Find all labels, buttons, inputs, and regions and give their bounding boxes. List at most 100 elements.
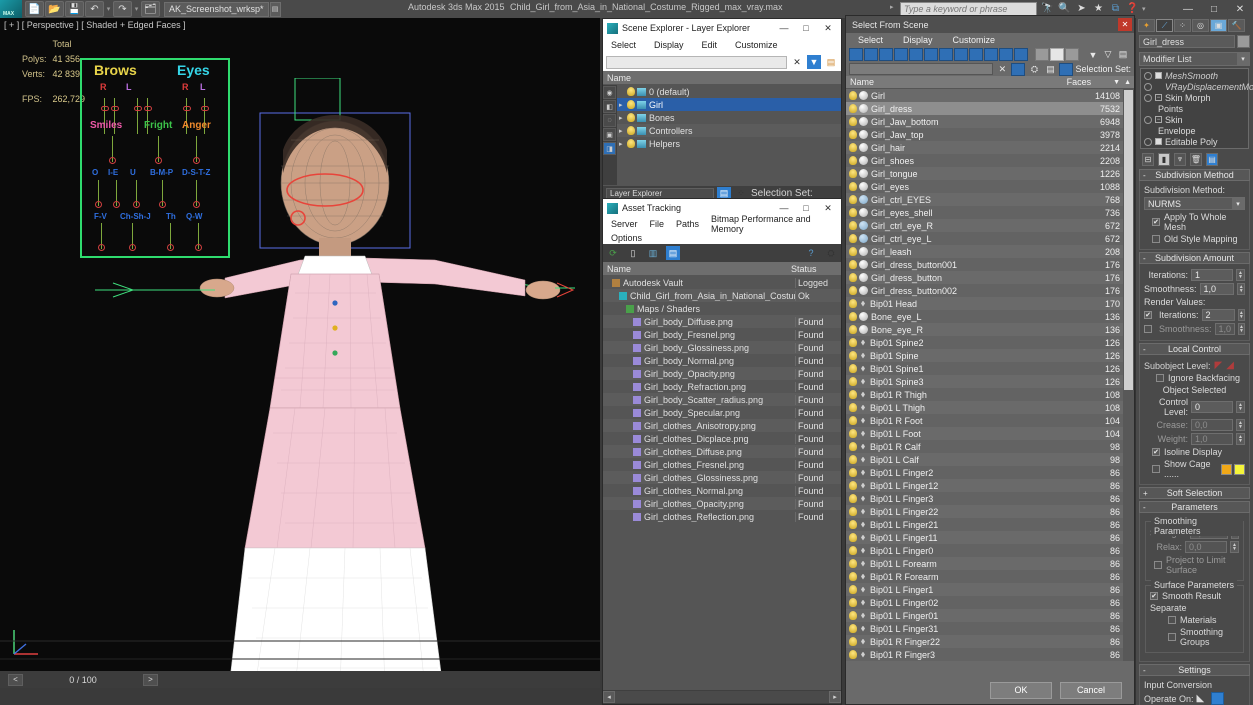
rollout-settings[interactable]: - Settings Input Conversion Operate On: … — [1139, 664, 1250, 705]
scene-object-row[interactable]: Girl_leash 208 — [846, 245, 1134, 258]
filter-icon[interactable]: ▼ — [807, 55, 821, 69]
tab-modify[interactable]: ⟋ — [1156, 19, 1173, 32]
layer-row[interactable]: ▸ Helpers — [617, 137, 841, 150]
scene-object-row[interactable]: Bip01 L Finger22 86 — [846, 505, 1134, 518]
redo-icon[interactable]: ↷ — [113, 1, 132, 17]
ok-button[interactable]: OK — [990, 681, 1052, 699]
lightbulb-icon[interactable] — [849, 533, 857, 542]
rollout-toggle-icon[interactable]: - — [1143, 503, 1146, 512]
object-color-swatch[interactable] — [1237, 35, 1250, 48]
display-flat-icon[interactable] — [1035, 48, 1049, 61]
modifier-stack-row[interactable]: Envelope — [1142, 125, 1247, 136]
lightbulb-icon[interactable] — [849, 481, 857, 490]
asset-row[interactable]: Maps / Shaders — [603, 302, 841, 315]
smoothness-input[interactable]: 1,0 — [1199, 283, 1235, 295]
apply-whole-mesh-row[interactable]: ✔ Apply To Whole Mesh — [1144, 212, 1245, 232]
sfs-scroll-up-icon[interactable]: ▲ — [1124, 79, 1134, 86]
sfs-clear-search-icon[interactable]: ✕ — [995, 62, 1010, 76]
scene-explorer-maximize[interactable]: □ — [795, 20, 817, 37]
filter-geometry-icon[interactable] — [849, 48, 863, 61]
rollout-toggle-icon[interactable]: - — [1143, 254, 1146, 263]
scene-explorer-close[interactable]: ✕ — [817, 20, 839, 37]
filter-shapes-icon[interactable] — [864, 48, 878, 61]
prev-frame-button[interactable]: < — [8, 673, 23, 686]
set-project-folder-icon[interactable]: 🗂 — [141, 1, 160, 17]
workspace-selector[interactable]: AK_Screenshot_wrksp * — [164, 1, 269, 17]
sfs-layers-icon[interactable]: ▤ — [1043, 62, 1058, 76]
filter-funnel-icon[interactable]: ▼ — [1086, 48, 1100, 61]
asset-row[interactable]: Girl_body_Diffuse.png Found — [603, 315, 841, 328]
lightbulb-icon[interactable] — [849, 364, 857, 373]
render-smoothness-input[interactable]: 1,0 — [1214, 323, 1236, 335]
scene-object-row[interactable]: Girl_dress_button002 176 — [846, 284, 1134, 297]
asset-row[interactable]: Girl_clothes_Diffuse.png Found — [603, 445, 841, 458]
lightbulb-icon[interactable] — [849, 312, 857, 321]
select-from-scene-close-button[interactable]: ✕ — [1118, 18, 1132, 31]
lightbulb-icon[interactable] — [849, 377, 857, 386]
column-chooser-icon[interactable]: ▤ — [1116, 48, 1130, 61]
filter-all-icon[interactable] — [1014, 48, 1028, 61]
modifier-list-dropdown[interactable]: Modifier List ▾ — [1139, 52, 1250, 66]
edge-subobject-icon[interactable]: ◢ — [1226, 360, 1234, 371]
show-cage-checkbox[interactable] — [1152, 465, 1160, 473]
rollout-header-settings[interactable]: - Settings — [1139, 664, 1250, 676]
rollout-header-local-control[interactable]: - Local Control — [1139, 343, 1250, 355]
control-level-spinner[interactable]: ▲ ▼ — [1236, 401, 1245, 413]
render-iterations-input[interactable]: 2 — [1201, 309, 1235, 321]
lightbulb-icon[interactable] — [849, 507, 857, 516]
iterations-input[interactable]: 1 — [1191, 269, 1233, 281]
smooth-result-checkbox[interactable]: ✔ — [1150, 592, 1158, 600]
smooth-result-row[interactable]: ✔ Smooth Result — [1150, 591, 1239, 601]
modifier-toggle-icon[interactable] — [1144, 115, 1152, 124]
control-level-input[interactable]: 0 — [1191, 401, 1233, 413]
rollout-header-soft-selection[interactable]: + Soft Selection — [1139, 487, 1250, 499]
sfs-selectionset-icon[interactable] — [1059, 62, 1074, 76]
asset-row[interactable]: Girl_clothes_Anisotropy.png Found — [603, 419, 841, 432]
scene-object-row[interactable]: Bip01 L Finger01 86 — [846, 609, 1134, 622]
scene-object-row[interactable]: Bip01 L Finger11 86 — [846, 531, 1134, 544]
scene-object-row[interactable]: Bip01 L Thigh 108 — [846, 401, 1134, 414]
lightbulb-icon[interactable] — [849, 442, 857, 451]
ignore-backfacing-row[interactable]: Ignore Backfacing — [1144, 373, 1245, 383]
filter-bones-icon[interactable] — [969, 48, 983, 61]
weight-input[interactable]: 1,0 — [1191, 433, 1233, 445]
smoothing-groups-row[interactable]: Smoothing Groups — [1150, 627, 1239, 647]
modifier-stack-row[interactable]: VRayDisplacementMod — [1142, 81, 1253, 92]
command-panel[interactable]: ✦ ⟋ ⁘ ◎ ▣ 🔨 Girl_dress Modifier List ▾ M… — [1135, 18, 1253, 705]
show-cage-row[interactable]: Show Cage ...... — [1144, 459, 1245, 479]
render-iterations-spinner[interactable]: ▲ ▼ — [1237, 309, 1245, 321]
lightbulb-icon[interactable] — [849, 104, 857, 113]
layer-row[interactable]: 0 (default) — [617, 85, 841, 98]
search-input[interactable]: Type a keyword or phrase — [900, 2, 1037, 16]
asset-row[interactable]: Girl_clothes_Dicplace.png Found — [603, 432, 841, 445]
lightbulb-icon[interactable] — [849, 260, 857, 269]
apply-whole-mesh-checkbox[interactable]: ✔ — [1152, 218, 1160, 226]
scene-object-row[interactable]: Bip01 L Forearm 86 — [846, 557, 1134, 570]
filter-clear-icon[interactable]: ▽ — [1101, 48, 1115, 61]
pin-stack-icon[interactable]: ⊟ — [1142, 152, 1154, 166]
lightbulb-icon[interactable] — [849, 299, 857, 308]
expand-arrow-icon[interactable]: ▸ — [619, 140, 627, 148]
open-file-icon[interactable]: 📂 — [45, 1, 64, 17]
select-from-scene-titlebar[interactable]: Select From Scene ✕ — [846, 16, 1134, 33]
isoline-display-checkbox[interactable]: ✔ — [1152, 448, 1160, 456]
rollout-toggle-icon[interactable]: - — [1143, 345, 1146, 354]
menu-file[interactable]: File — [650, 219, 665, 229]
scene-list-scrollbar[interactable] — [1123, 89, 1134, 661]
modifier-toggle-icon[interactable] — [1144, 82, 1152, 91]
cancel-button[interactable]: Cancel — [1060, 681, 1122, 699]
scene-object-row[interactable]: Bip01 Head 170 — [846, 297, 1134, 310]
document-icon[interactable]: ▯ — [626, 246, 640, 260]
lightbulb-icon[interactable] — [849, 221, 857, 230]
lightbulb-icon[interactable] — [849, 468, 857, 477]
next-frame-button[interactable]: > — [143, 673, 158, 686]
expand-arrow-icon[interactable]: ▸ — [619, 127, 627, 135]
display-hierarchy-icon[interactable] — [1050, 48, 1064, 61]
modifier-stack-row[interactable]: Points — [1142, 103, 1247, 114]
filter-particles-icon[interactable] — [984, 48, 998, 61]
asset-tracking-column-header[interactable]: Name Status — [603, 262, 841, 276]
filter-lights-icon[interactable] — [879, 48, 893, 61]
help-small-icon[interactable]: ? — [804, 246, 818, 260]
cage-color-swatch-1[interactable] — [1220, 463, 1232, 475]
sfs-sort-icon[interactable]: ▼ — [1113, 79, 1124, 86]
